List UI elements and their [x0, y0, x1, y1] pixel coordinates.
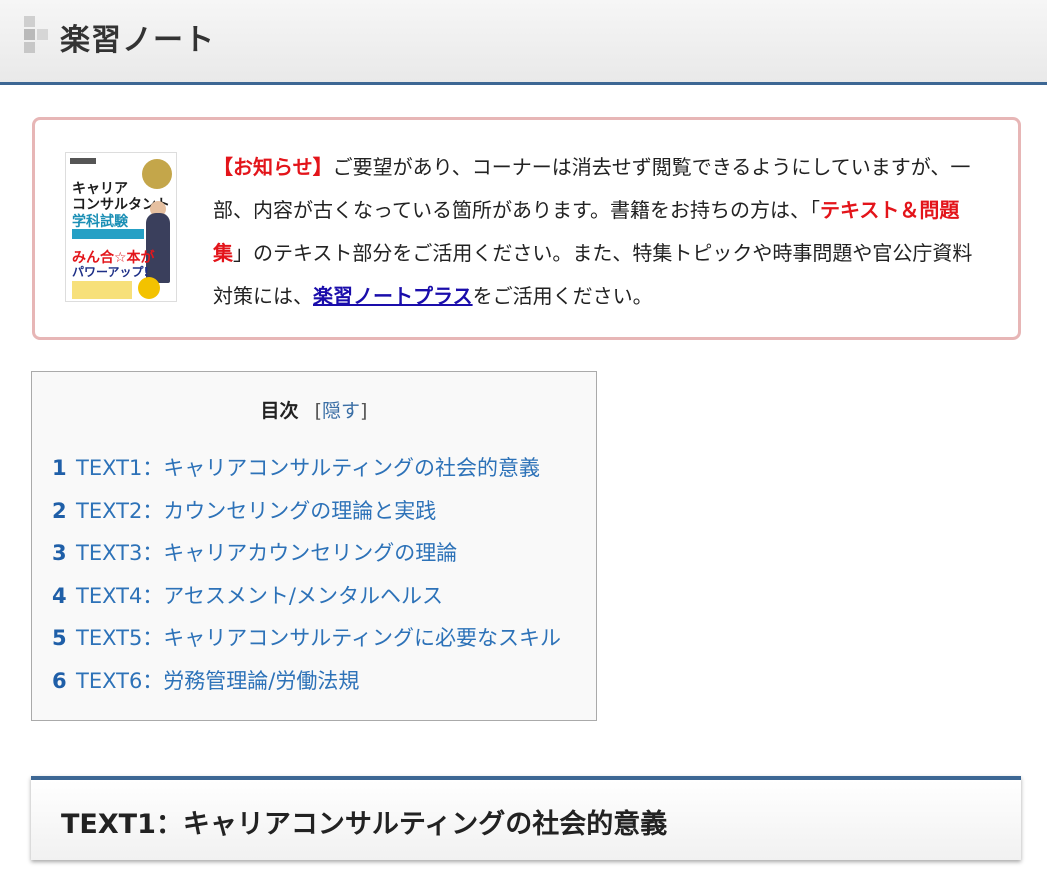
section-heading: TEXT1：キャリアコンサルティングの社会的意義 — [61, 809, 668, 840]
toc-item[interactable]: 5 TEXT5：キャリアコンサルティングに必要なスキル — [52, 622, 561, 665]
notice-text: 【お知らせ】ご要望があり、コーナーは消去せず閲覧できるようにしていますが、一部、… — [213, 155, 973, 308]
notice-label: 【お知らせ】 — [213, 155, 333, 179]
toc-item[interactable]: 2 TEXT2：カウンセリングの理論と実践 — [52, 495, 561, 538]
toc-item[interactable]: 1 TEXT1：キャリアコンサルティングの社会的意義 — [52, 452, 561, 495]
toc-header: 目次 [隠す] — [32, 396, 596, 423]
toc-item[interactable]: 6 TEXT6：労務管理論/労働法規 — [52, 665, 561, 708]
table-of-contents: 目次 [隠す] 1 TEXT1：キャリアコンサルティングの社会的意義 2 TEXT2… — [31, 371, 597, 721]
header-blocks-icon — [24, 16, 50, 53]
book-cover-image[interactable]: キャリア コンサルタント 学科試験 みん合☆本が パワーアップ! — [65, 152, 177, 302]
toc-item[interactable]: 3 TEXT3：キャリアカウンセリングの理論 — [52, 537, 561, 580]
page-header: 楽習ノート — [0, 0, 1047, 85]
toc-list: 1 TEXT1：キャリアコンサルティングの社会的意義 2 TEXT2：カウンセリング… — [52, 452, 561, 707]
page-title: 楽習ノート — [60, 23, 215, 58]
raku-note-plus-link[interactable]: 楽習ノートプラス — [313, 284, 473, 308]
notice-box: キャリア コンサルタント 学科試験 みん合☆本が パワーアップ! 【お知らせ】ご要… — [32, 117, 1021, 340]
section-heading-box: TEXT1：キャリアコンサルティングの社会的意義 — [31, 776, 1021, 860]
toc-item[interactable]: 4 TEXT4：アセスメント/メンタルヘルス — [52, 580, 561, 623]
toc-hide-toggle[interactable]: [隠す] — [315, 400, 368, 422]
toc-title: 目次 — [260, 400, 299, 422]
